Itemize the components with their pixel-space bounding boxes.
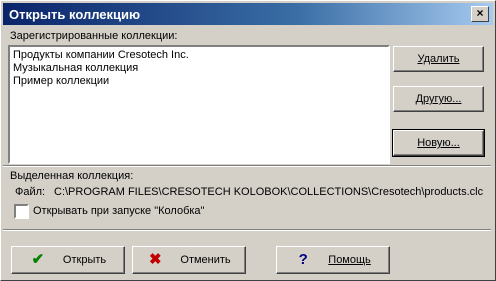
divider [3, 165, 491, 167]
cancel-label: Отменить [180, 254, 231, 266]
other-label: Другую... [415, 93, 462, 105]
file-label: Файл: [15, 186, 46, 198]
window-title: Открыть коллекцию [9, 7, 141, 22]
close-button[interactable]: × [471, 6, 489, 22]
new-label: Новую... [417, 137, 460, 149]
list-item[interactable]: Пример коллекции [13, 75, 109, 87]
help-label: Помощь [328, 254, 371, 266]
open-label: Открыть [62, 254, 107, 266]
list-item[interactable]: Музыкальная коллекция [13, 62, 138, 74]
delete-label: Удалить [417, 53, 460, 65]
collections-listbox[interactable]: Продукты компании Cresotech Inc. Музыкал… [8, 45, 390, 164]
title-bar[interactable]: Открыть коллекцию × [3, 3, 493, 25]
new-button[interactable]: Новую... [392, 129, 485, 157]
help-button[interactable]: ? Помощь [276, 246, 390, 274]
question-icon: ? [298, 251, 308, 269]
other-button[interactable]: Другую... [393, 86, 484, 112]
list-item[interactable]: Продукты компании Cresotech Inc. [13, 49, 189, 61]
check-icon: ✔ [31, 251, 45, 269]
divider [3, 229, 491, 231]
dialog-window: Открыть коллекцию × Зарегистрированные к… [0, 0, 496, 281]
registered-label: Зарегистрированные коллекции: [10, 30, 178, 42]
startup-checkbox-label[interactable]: Открывать при запуске "Колобка" [33, 205, 204, 217]
delete-button[interactable]: Удалить [393, 46, 484, 72]
selected-label: Выделенная коллекция: [10, 170, 134, 182]
startup-checkbox[interactable] [14, 204, 29, 219]
open-button[interactable]: ✔ Открыть [11, 246, 125, 274]
cross-icon: ✖ [149, 251, 162, 269]
file-path: C:\PROGRAM FILES\CRESOTECH KOLOBOK\COLLE… [54, 186, 484, 198]
cancel-button[interactable]: ✖ Отменить [132, 246, 246, 274]
